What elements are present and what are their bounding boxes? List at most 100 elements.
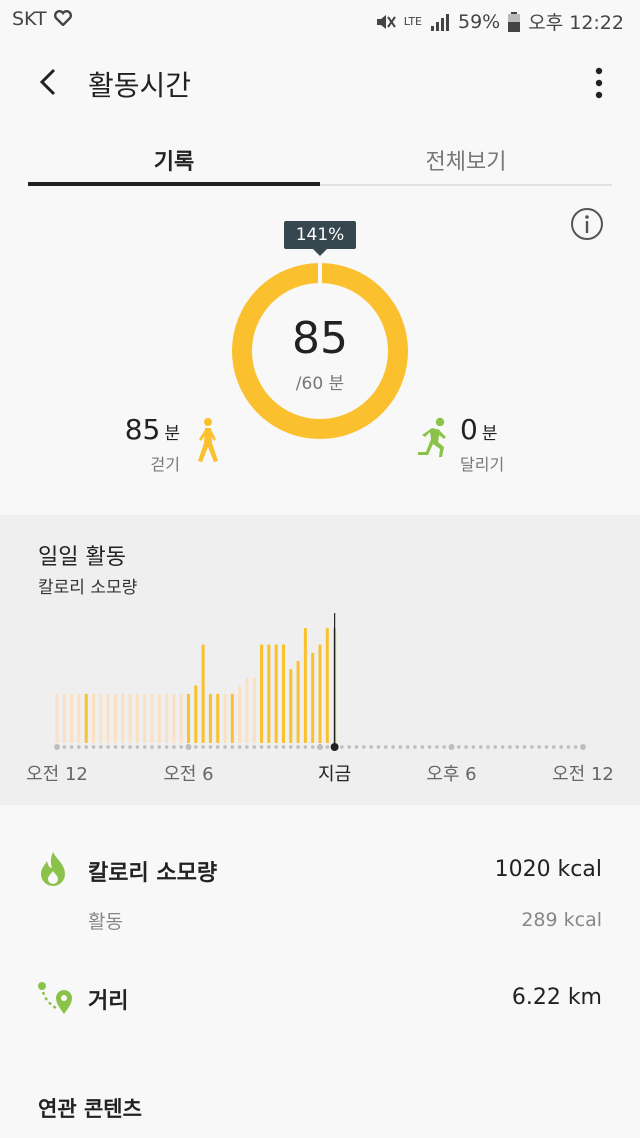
chart-baseline-dot <box>376 745 381 749</box>
chart-baseline-dot <box>464 745 468 749</box>
daily-activity-subtitle: 칼로리 소모량 <box>38 578 138 598</box>
chart-bar <box>187 693 190 743</box>
chart-baseline-dot <box>69 745 74 749</box>
run-unit: 분 <box>481 424 498 444</box>
tab-divider <box>320 184 612 186</box>
chart-bar <box>216 693 220 743</box>
info-icon[interactable] <box>570 207 604 241</box>
chart-bar <box>260 644 264 743</box>
chart-baseline-dot <box>317 744 323 750</box>
app-bar: 활동시간 <box>0 40 640 126</box>
chart-baseline-dot <box>91 745 96 749</box>
network-type: LTE <box>403 15 422 28</box>
more-options-icon[interactable] <box>594 66 604 100</box>
chart-bar <box>84 693 88 743</box>
chart-baseline-dot <box>215 745 220 749</box>
chart-baseline-dot <box>288 745 293 749</box>
chart-bar <box>267 644 271 743</box>
walk-minutes: 85 분 <box>125 413 180 446</box>
chart-bar <box>70 693 74 743</box>
chart-baseline-dot <box>194 745 198 749</box>
chart-baseline-dot <box>340 745 344 749</box>
chart-baseline-dot <box>230 745 235 749</box>
mute-icon <box>376 14 396 29</box>
chart-baseline-dot <box>237 745 242 749</box>
chart-baseline-dot <box>420 745 425 749</box>
chart-baseline-dot <box>150 745 154 749</box>
chart-bar <box>128 693 132 743</box>
chart-baseline-dot <box>113 745 118 749</box>
tab-records[interactable]: 기록 <box>28 130 320 188</box>
daily-activity-card: 일일 활동 칼로리 소모량 오전 12 오전 6 지금 오후 6 오전 12 <box>0 515 640 805</box>
chart-baseline-dot <box>398 745 403 749</box>
chart-baseline-dot <box>310 745 315 749</box>
chart-bar <box>150 693 154 743</box>
activity-minutes: 85 <box>292 313 348 364</box>
chart-baseline-dot <box>201 745 205 749</box>
chart-bar <box>135 693 139 743</box>
signal-icon <box>431 13 449 31</box>
chart-bar <box>99 693 103 743</box>
activity-summary: 141% 85 /60 분 85 분 걷기 0분 달리기 <box>0 195 640 515</box>
chart-baseline-dot <box>566 745 571 749</box>
chart-baseline-dot <box>303 745 308 749</box>
chart-baseline-dot <box>500 745 505 749</box>
page-title: 활동시간 <box>88 69 192 102</box>
chart-baseline-dot <box>508 745 512 749</box>
chart-baseline-dot <box>157 745 162 749</box>
back-arrow-icon[interactable] <box>34 62 64 102</box>
chart-baseline-dot <box>559 745 563 749</box>
chart-baseline-dot <box>383 745 388 749</box>
chart-baseline-dot <box>551 745 556 749</box>
chart-baseline-dot <box>223 745 227 749</box>
chart-baseline-dot <box>427 745 432 749</box>
chart-baseline-dot <box>245 745 249 749</box>
details-section: 칼로리 소모량 1020 kcal 활동 289 kcal 거리 6.22 km… <box>0 805 640 1138</box>
chart-bar <box>311 652 315 743</box>
heart-icon <box>54 10 72 26</box>
distance-value: 6.22 km <box>511 985 602 1010</box>
daily-activity-chart: 오전 12 오전 6 지금 오후 6 오전 12 <box>26 613 614 785</box>
chart-baseline-dot <box>84 745 89 749</box>
chart-baseline-dot <box>405 745 410 749</box>
chart-baseline-dot <box>435 745 439 749</box>
chart-bar <box>281 644 285 743</box>
chart-bar <box>165 693 169 743</box>
chart-bar <box>238 685 242 743</box>
chart-bar <box>55 693 59 743</box>
chart-baseline-dot <box>142 745 147 749</box>
chart-x-label: 오전 12 <box>26 764 88 785</box>
chart-baseline-dot <box>252 745 257 749</box>
chart-bar <box>113 693 117 743</box>
calories-label: 칼로리 소모량 <box>88 861 218 886</box>
chart-baseline-dot <box>54 744 60 750</box>
battery-icon <box>508 11 521 32</box>
walk-label: 걷기 <box>150 455 180 474</box>
chart-baseline-dot <box>471 745 476 749</box>
chart-x-label: 오전 6 <box>163 764 213 785</box>
chart-bar <box>296 661 300 743</box>
chart-bar <box>194 685 198 743</box>
chart-bar <box>92 693 96 743</box>
chart-baseline-dot <box>179 745 183 749</box>
chart-baseline-dot <box>544 745 549 749</box>
chart-baseline-dot <box>362 745 366 749</box>
chart-now-marker <box>330 743 339 751</box>
running-person-icon <box>418 417 446 457</box>
chart-x-label: 오전 12 <box>552 764 614 785</box>
tab-view-all[interactable]: 전체보기 <box>320 130 612 188</box>
chart-baseline-dot <box>325 745 330 749</box>
chart-x-label: 지금 <box>318 764 351 785</box>
chart-baseline-dot <box>62 745 67 749</box>
chart-bar <box>77 693 81 743</box>
walk-value: 85 <box>124 413 161 446</box>
chart-baseline-dot <box>369 745 373 749</box>
flame-icon <box>41 852 65 886</box>
walk-unit: 분 <box>164 424 180 444</box>
calories-value: 1020 kcal <box>494 857 602 882</box>
chart-bar <box>289 669 293 743</box>
active-tab-indicator <box>28 182 320 186</box>
chart-baseline-dot <box>457 745 461 749</box>
chart-baseline-dot <box>478 745 483 749</box>
battery-percent: 59% <box>458 10 501 33</box>
